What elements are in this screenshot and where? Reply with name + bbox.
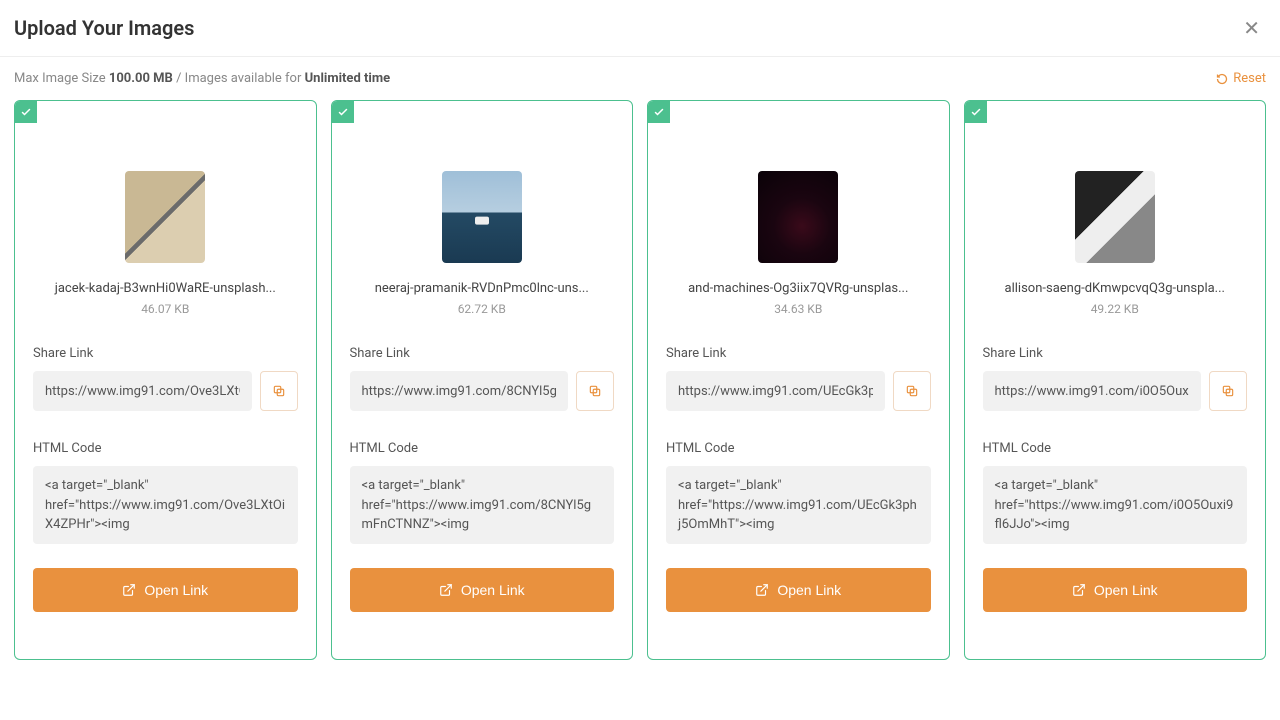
- share-link-label: Share Link: [33, 346, 298, 361]
- html-code-textarea[interactable]: [983, 466, 1248, 544]
- thumbnail-wrap: [983, 171, 1248, 263]
- filename-text: and-machines-Og3iix7QVRg-unsplas...: [666, 281, 931, 296]
- copy-icon: [588, 384, 602, 398]
- success-badge: [15, 101, 37, 123]
- open-link-button[interactable]: Open Link: [666, 568, 931, 612]
- success-badge: [648, 101, 670, 123]
- check-icon: [653, 106, 665, 118]
- share-link-label: Share Link: [983, 346, 1248, 361]
- max-size-text: Max Image Size 100.00 MB / Images availa…: [14, 71, 390, 86]
- open-link-button[interactable]: Open Link: [33, 568, 298, 612]
- copy-button[interactable]: [893, 371, 931, 411]
- upload-card: jacek-kadaj-B3wnHi0WaRE-unsplash... 46.0…: [14, 100, 317, 660]
- filesize-text: 46.07 KB: [33, 302, 298, 316]
- close-icon[interactable]: ✕: [1237, 16, 1266, 40]
- page-title: Upload Your Images: [14, 16, 194, 40]
- open-link-label: Open Link: [461, 582, 525, 598]
- filename-text: neeraj-pramanik-RVDnPmc0lnc-uns...: [350, 281, 615, 296]
- thumbnail[interactable]: [758, 171, 838, 263]
- copy-icon: [905, 384, 919, 398]
- share-row: [666, 371, 931, 411]
- html-code-label: HTML Code: [666, 441, 931, 456]
- reset-label: Reset: [1233, 71, 1266, 86]
- thumbnail-wrap: [33, 171, 298, 263]
- external-link-icon: [1072, 583, 1086, 597]
- thumbnail[interactable]: [1075, 171, 1155, 263]
- thumbnail-wrap: [666, 171, 931, 263]
- html-code-label: HTML Code: [350, 441, 615, 456]
- share-link-input[interactable]: [350, 371, 569, 411]
- check-icon: [970, 106, 982, 118]
- open-link-label: Open Link: [777, 582, 841, 598]
- html-code-textarea[interactable]: [350, 466, 615, 544]
- max-size-mid: / Images available for: [173, 71, 305, 86]
- filesize-text: 34.63 KB: [666, 302, 931, 316]
- copy-icon: [1221, 384, 1235, 398]
- copy-button[interactable]: [260, 371, 298, 411]
- copy-button[interactable]: [576, 371, 614, 411]
- upload-card: allison-saeng-dKmwpcvqQ3g-unspla... 49.2…: [964, 100, 1267, 660]
- thumbnail[interactable]: [125, 171, 205, 263]
- success-badge: [965, 101, 987, 123]
- thumbnail-wrap: [350, 171, 615, 263]
- external-link-icon: [122, 583, 136, 597]
- check-icon: [20, 106, 32, 118]
- upload-card: and-machines-Og3iix7QVRg-unsplas... 34.6…: [647, 100, 950, 660]
- cards-grid: jacek-kadaj-B3wnHi0WaRE-unsplash... 46.0…: [0, 100, 1280, 660]
- open-link-button[interactable]: Open Link: [983, 568, 1248, 612]
- external-link-icon: [755, 583, 769, 597]
- share-link-label: Share Link: [666, 346, 931, 361]
- share-link-input[interactable]: [666, 371, 885, 411]
- reset-button[interactable]: Reset: [1216, 71, 1266, 86]
- max-size-value: 100.00 MB: [109, 71, 173, 86]
- share-link-input[interactable]: [33, 371, 252, 411]
- html-code-textarea[interactable]: [33, 466, 298, 544]
- html-code-label: HTML Code: [983, 441, 1248, 456]
- open-link-label: Open Link: [1094, 582, 1158, 598]
- html-code-textarea[interactable]: [666, 466, 931, 544]
- open-link-button[interactable]: Open Link: [350, 568, 615, 612]
- share-link-label: Share Link: [350, 346, 615, 361]
- open-link-label: Open Link: [144, 582, 208, 598]
- filesize-text: 62.72 KB: [350, 302, 615, 316]
- modal-header: Upload Your Images ✕: [0, 0, 1280, 57]
- filename-text: jacek-kadaj-B3wnHi0WaRE-unsplash...: [33, 281, 298, 296]
- filesize-text: 49.22 KB: [983, 302, 1248, 316]
- max-size-prefix: Max Image Size: [14, 71, 109, 86]
- share-link-input[interactable]: [983, 371, 1202, 411]
- reset-icon: [1216, 73, 1228, 85]
- external-link-icon: [439, 583, 453, 597]
- info-bar: Max Image Size 100.00 MB / Images availa…: [0, 57, 1280, 100]
- share-row: [350, 371, 615, 411]
- copy-icon: [272, 384, 286, 398]
- copy-button[interactable]: [1209, 371, 1247, 411]
- check-icon: [337, 106, 349, 118]
- share-row: [983, 371, 1248, 411]
- upload-card: neeraj-pramanik-RVDnPmc0lnc-uns... 62.72…: [331, 100, 634, 660]
- max-size-duration: Unlimited time: [305, 71, 391, 86]
- html-code-label: HTML Code: [33, 441, 298, 456]
- thumbnail[interactable]: [442, 171, 522, 263]
- share-row: [33, 371, 298, 411]
- filename-text: allison-saeng-dKmwpcvqQ3g-unspla...: [983, 281, 1248, 296]
- success-badge: [332, 101, 354, 123]
